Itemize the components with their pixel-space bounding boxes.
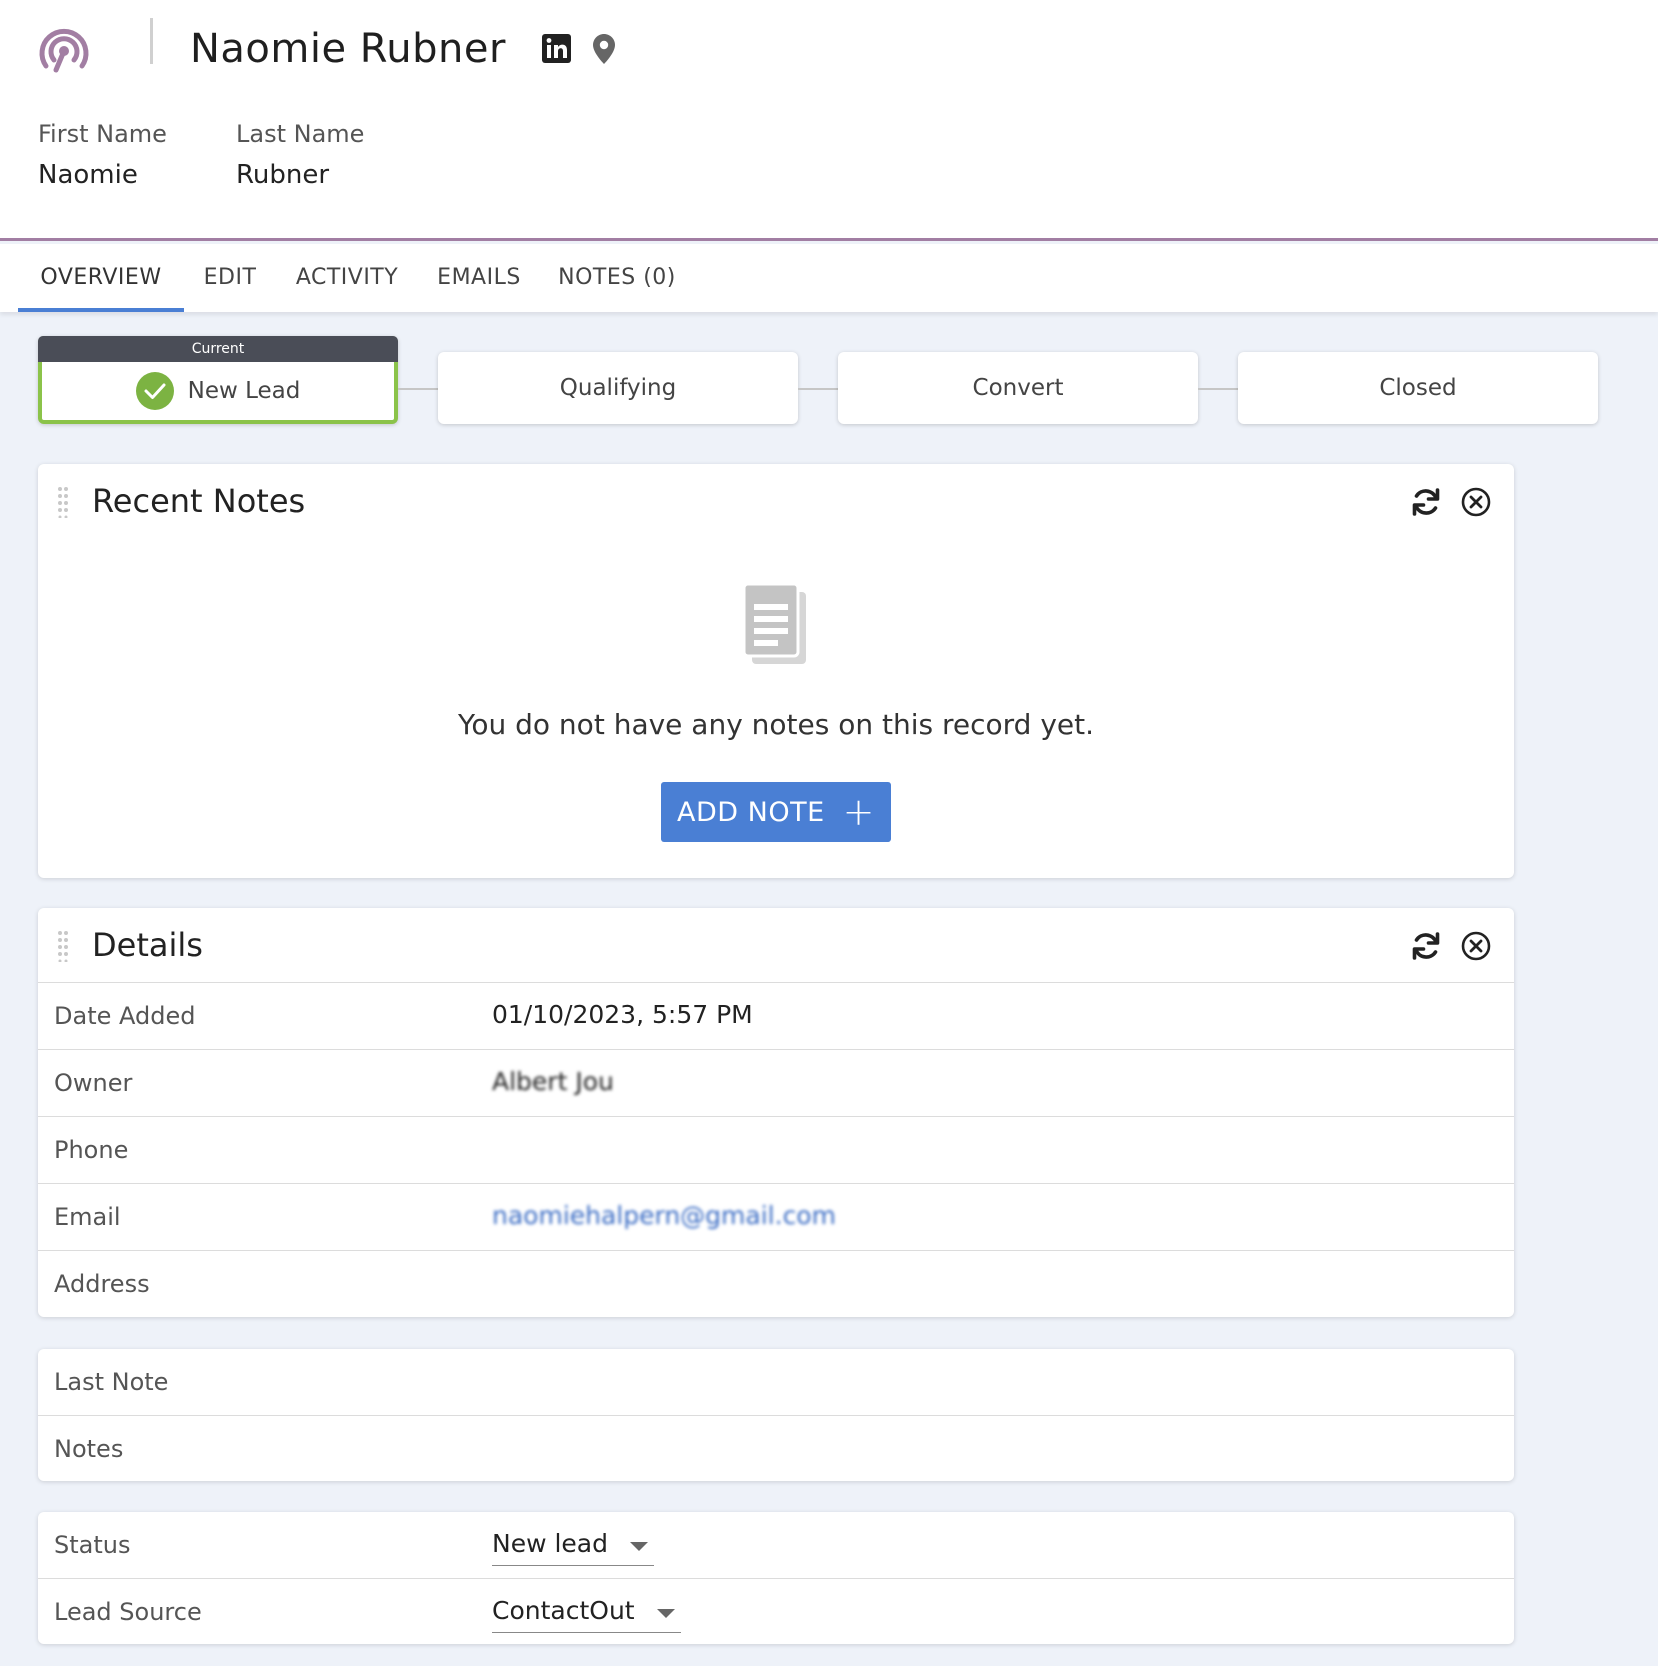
drag-handle-icon[interactable] [56, 930, 74, 962]
stage-qualifying[interactable]: Qualifying [438, 352, 798, 424]
tab-notes[interactable]: NOTES (0) [552, 244, 682, 312]
document-icon [742, 582, 806, 664]
email-link[interactable]: naomiehalpern@gmail.com [492, 1184, 836, 1248]
add-note-button[interactable]: ADD NOTE + [661, 782, 891, 842]
lead-source-row: Lead Source ContactOut [38, 1578, 1514, 1645]
details-card: Details Date Added 01/10/2023, 5:57 PM O… [38, 908, 1514, 1317]
refresh-icon[interactable] [1410, 486, 1442, 518]
detail-value: Albert Jou [492, 1067, 614, 1096]
detail-row-email: Email naomiehalpern@gmail.com [38, 1183, 1514, 1250]
record-header: Naomie Rubner First Name Naomie Last Nam… [0, 0, 1658, 241]
active-tab-indicator [18, 308, 184, 312]
detail-label: Owner [54, 1069, 133, 1097]
stage-convert[interactable]: Convert [838, 352, 1198, 424]
plus-icon: + [842, 790, 875, 834]
notes-row-last-note: Last Note [38, 1349, 1514, 1416]
detail-row-owner: Owner Albert Jou [38, 1049, 1514, 1116]
notes-label: Last Note [54, 1368, 169, 1396]
recent-notes-card: Recent Notes You do not have any notes o… [38, 464, 1514, 878]
first-name-value: Naomie [38, 160, 138, 190]
notes-row-notes: Notes [38, 1415, 1514, 1482]
tab-emails[interactable]: EMAILS [424, 244, 534, 312]
notes-label: Notes [54, 1435, 124, 1463]
status-label: Status [54, 1531, 131, 1559]
close-circle-icon[interactable] [1460, 486, 1492, 518]
empty-notes-message: You do not have any notes on this record… [457, 708, 1095, 741]
map-pin-icon[interactable] [592, 33, 616, 65]
detail-label: Phone [54, 1136, 129, 1164]
stage-label: New Lead [187, 378, 301, 404]
lead-source-label: Lead Source [54, 1598, 202, 1626]
stage-label: Closed [1379, 375, 1457, 401]
close-circle-icon[interactable] [1460, 930, 1492, 962]
tab-bar: OVERVIEW EDIT ACTIVITY EMAILS NOTES (0) [0, 244, 1658, 312]
detail-row-date-added: Date Added 01/10/2023, 5:57 PM [38, 982, 1514, 1049]
card-header: Details [38, 908, 1514, 982]
linkedin-icon[interactable] [541, 33, 572, 64]
stage-connector [798, 388, 838, 390]
status-select[interactable]: New lead [492, 1524, 654, 1566]
detail-row-address: Address [38, 1250, 1514, 1317]
stage-new-lead[interactable]: Current New Lead [38, 336, 398, 424]
first-name-label: First Name [38, 120, 167, 148]
detail-label: Address [54, 1270, 150, 1298]
stage-closed[interactable]: Closed [1238, 352, 1598, 424]
tab-overview[interactable]: OVERVIEW [18, 244, 184, 312]
status-row: Status New lead [38, 1512, 1514, 1579]
chevron-down-icon [656, 1609, 675, 1618]
check-circle-icon [135, 372, 174, 410]
last-name-label: Last Name [236, 120, 365, 148]
lead-source-value: ContactOut [492, 1596, 635, 1625]
detail-label: Email [54, 1203, 121, 1231]
tab-edit[interactable]: EDIT [186, 244, 274, 312]
notes-card: Last Note Notes [38, 1349, 1514, 1481]
chevron-down-icon [630, 1542, 648, 1551]
detail-label: Date Added [54, 1002, 196, 1030]
lead-source-select[interactable]: ContactOut [492, 1591, 681, 1633]
card-header: Recent Notes [38, 464, 1514, 538]
drag-handle-icon[interactable] [56, 486, 74, 518]
stage-label: Convert [972, 375, 1064, 401]
tab-activity[interactable]: ACTIVITY [286, 244, 408, 312]
stage-connector [398, 388, 438, 390]
detail-value: 01/10/2023, 5:57 PM [492, 1000, 753, 1029]
detail-row-phone: Phone [38, 1116, 1514, 1183]
status-card: Status New lead Lead Source ContactOut [38, 1512, 1514, 1644]
card-title: Recent Notes [92, 482, 306, 520]
add-note-label: ADD NOTE [677, 796, 825, 828]
card-title: Details [92, 926, 203, 964]
current-stage-badge: Current [38, 336, 398, 362]
signal-logo-icon [39, 28, 89, 73]
header-divider [150, 18, 153, 64]
last-name-value: Rubner [236, 160, 330, 190]
page-title: Naomie Rubner [190, 26, 506, 72]
stage-label: Qualifying [559, 375, 677, 401]
status-value: New lead [492, 1529, 608, 1558]
stage-connector [1198, 388, 1238, 390]
refresh-icon[interactable] [1410, 930, 1442, 962]
